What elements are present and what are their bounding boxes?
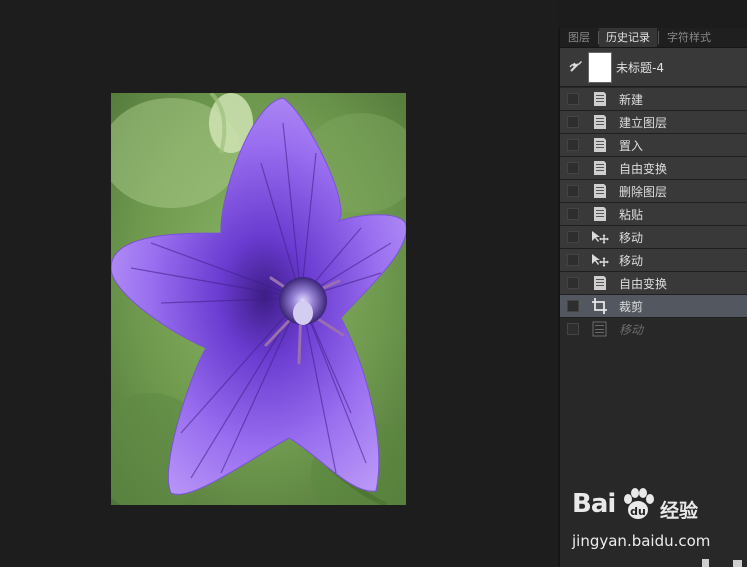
history-state-label: 建立图层: [619, 116, 668, 130]
snapshot-thumbnail: [588, 52, 612, 83]
history-state-row[interactable]: 移动: [560, 318, 747, 340]
tab-layers[interactable]: 图层: [560, 28, 598, 47]
baidu-jingyan-watermark: Bai du 经验 jingyan.baidu.com: [572, 486, 747, 556]
snapshot-source-checkbox[interactable]: [567, 139, 579, 151]
snapshot-source-checkbox[interactable]: [567, 300, 579, 312]
snapshot-source-checkbox[interactable]: [567, 277, 579, 289]
crop-tool-icon: [591, 298, 609, 314]
document-icon: [591, 183, 609, 199]
history-state-row[interactable]: 移动: [560, 249, 747, 272]
history-snapshot[interactable]: 未标题-4: [560, 48, 747, 87]
move-document-icon: [591, 321, 609, 337]
svg-text:du: du: [630, 505, 646, 518]
document-canvas[interactable]: [0, 0, 558, 567]
flower-photo: [111, 93, 406, 505]
baidu-paw-icon: du: [624, 488, 654, 519]
snapshot-label: 未标题-4: [616, 61, 664, 75]
history-state-row[interactable]: 建立图层: [560, 111, 747, 134]
history-state-label: 粘贴: [619, 208, 644, 222]
snapshot-source-checkbox[interactable]: [567, 208, 579, 220]
history-state-row[interactable]: 自由变换: [560, 272, 747, 295]
document-icon: [591, 160, 609, 176]
tab-history[interactable]: 历史记录: [599, 28, 657, 47]
snapshot-source-checkbox[interactable]: [567, 185, 579, 197]
history-state-row[interactable]: 自由变换: [560, 157, 747, 180]
camera-icon: [733, 560, 742, 567]
history-state-row[interactable]: 置入: [560, 134, 747, 157]
history-state-row[interactable]: 裁剪: [560, 295, 747, 318]
history-state-label: 置入: [619, 139, 644, 153]
history-state-row[interactable]: 粘贴: [560, 203, 747, 226]
history-state-label: 裁剪: [619, 300, 644, 314]
history-state-label: 自由变换: [619, 162, 668, 176]
move-tool-icon: [591, 252, 609, 268]
history-state-label: 新建: [619, 93, 644, 107]
history-state-label: 自由变换: [619, 277, 668, 291]
document-icon: [591, 206, 609, 222]
watermark-brand: Bai: [572, 489, 616, 519]
document-icon: [591, 137, 609, 153]
history-state-label: 移动: [619, 323, 644, 337]
snapshot-source-checkbox[interactable]: [567, 254, 579, 266]
document-icon: [591, 275, 609, 291]
history-state-row[interactable]: 新建: [560, 88, 747, 111]
history-state-label: 移动: [619, 231, 644, 245]
new-document-icon: [702, 559, 709, 567]
snapshot-source-checkbox[interactable]: [567, 116, 579, 128]
panel-bottom-icons: [702, 559, 742, 567]
watermark-url: jingyan.baidu.com: [572, 532, 711, 550]
panel-tabs: 图层 历史记录 字符样式: [560, 28, 747, 48]
watermark-suffix: 经验: [660, 500, 699, 522]
snapshot-source-checkbox[interactable]: [567, 323, 579, 335]
snapshot-source-checkbox[interactable]: [567, 93, 579, 105]
history-state-label: 移动: [619, 254, 644, 268]
document-icon: [591, 91, 609, 107]
history-state-row[interactable]: 删除图层: [560, 180, 747, 203]
tab-character-styles[interactable]: 字符样式: [659, 28, 719, 47]
document-icon: [591, 114, 609, 130]
history-state-label: 删除图层: [619, 185, 668, 199]
snapshot-source-checkbox[interactable]: [567, 231, 579, 243]
history-brush-icon[interactable]: [568, 58, 584, 74]
history-state-row[interactable]: 移动: [560, 226, 747, 249]
move-tool-icon: [591, 229, 609, 245]
snapshot-source-checkbox[interactable]: [567, 162, 579, 174]
